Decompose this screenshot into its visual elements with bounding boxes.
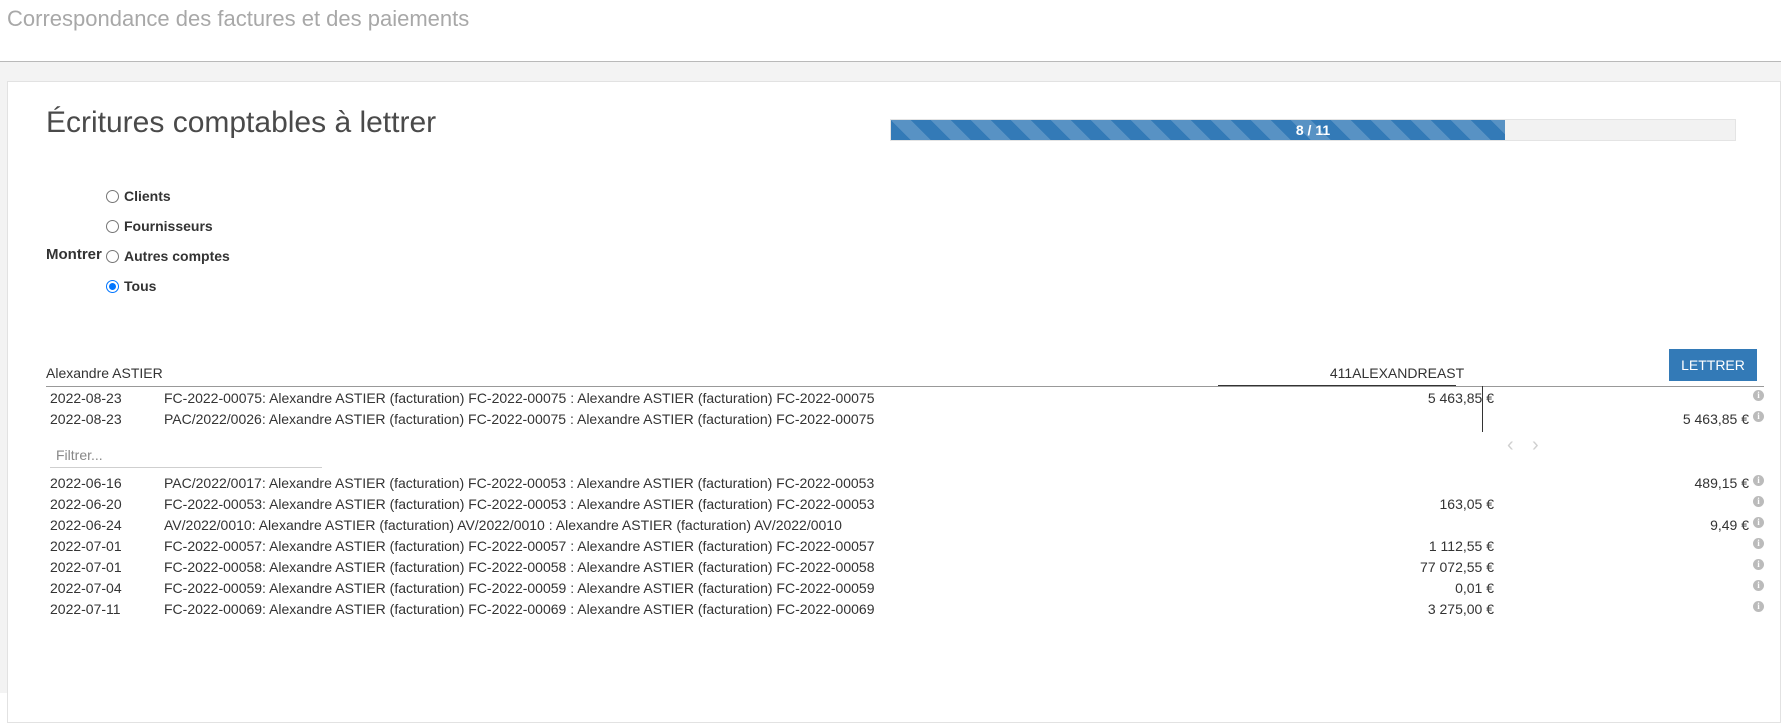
info-icon[interactable]: i	[1753, 390, 1764, 401]
section-title: Écritures comptables à lettrer	[46, 106, 437, 139]
table-row[interactable]: 2022-07-04 FC-2022-00059: Alexandre ASTIE…	[46, 578, 1764, 599]
table-row[interactable]: 2022-07-01 FC-2022-00057: Alexandre ASTIE…	[46, 536, 1764, 557]
divider	[1218, 385, 1456, 386]
show-filter-label: Montrer	[46, 246, 102, 263]
radio-button-checked[interactable]	[106, 279, 119, 293]
reconciliation-panel: Écritures comptables à lettrer 8 / 11 Mo…	[7, 81, 1781, 723]
progress-bar: 8 / 11	[890, 119, 1736, 141]
table-row[interactable]: 2022-08-23 FC-2022-00075: Alexandre ASTIE…	[46, 388, 1764, 409]
radio-option-all[interactable]: Tous	[106, 276, 156, 296]
entry-date: 2022-07-01	[50, 538, 122, 554]
entry-date: 2022-07-11	[50, 601, 121, 617]
partner-name: Alexandre ASTIER	[46, 365, 163, 381]
entry-date: 2022-08-23	[50, 390, 122, 406]
entry-date: 2022-06-16	[50, 475, 122, 491]
entry-date: 2022-06-24	[50, 517, 122, 533]
reconcile-button[interactable]: LETTRER	[1669, 349, 1757, 381]
entry-description: FC-2022-00059: Alexandre ASTIER (factura…	[164, 580, 875, 596]
table-row[interactable]: 2022-06-24 AV/2022/0010: Alexandre ASTIER…	[46, 515, 1764, 536]
info-icon[interactable]: i	[1753, 411, 1764, 422]
progress-label: 8 / 11	[1295, 122, 1331, 138]
table-row[interactable]: 2022-08-23 PAC/2022/0026: Alexandre ASTIE…	[46, 409, 1764, 430]
credit-amount: 489,15 €	[1694, 475, 1750, 491]
radio-button[interactable]	[106, 219, 119, 233]
entry-date: 2022-06-20	[50, 496, 122, 512]
info-icon[interactable]: i	[1753, 580, 1764, 591]
entry-description: FC-2022-00053: Alexandre ASTIER (factura…	[164, 496, 875, 512]
entry-description: AV/2022/0010: Alexandre ASTIER (facturat…	[164, 517, 842, 533]
credit-amount: 5 463,85 €	[1682, 411, 1749, 427]
divider	[46, 386, 1764, 387]
info-icon[interactable]: i	[1753, 496, 1764, 507]
debit-amount: 0,01 €	[1455, 580, 1494, 596]
content-area: Écritures comptables à lettrer 8 / 11 Mo…	[0, 62, 1781, 723]
table-row[interactable]: 2022-07-01 FC-2022-00058: Alexandre ASTIE…	[46, 557, 1764, 578]
radio-label: Clients	[124, 188, 171, 204]
entry-description: PAC/2022/0017: Alexandre ASTIER (factura…	[164, 475, 875, 491]
credit-amount: 9,49 €	[1710, 517, 1749, 533]
entry-description: FC-2022-00057: Alexandre ASTIER (factura…	[164, 538, 875, 554]
info-icon[interactable]: i	[1753, 559, 1764, 570]
info-icon[interactable]: i	[1753, 517, 1764, 528]
account-code: 411ALEXANDREAST	[1329, 365, 1465, 381]
radio-button[interactable]	[106, 249, 119, 263]
table-row[interactable]: 2022-06-16 PAC/2022/0017: Alexandre ASTIE…	[46, 473, 1764, 494]
radio-option-suppliers[interactable]: Fournisseurs	[106, 216, 213, 236]
radio-label: Fournisseurs	[124, 218, 213, 234]
debit-amount: 3 275,00 €	[1427, 601, 1494, 617]
info-icon[interactable]: i	[1753, 475, 1764, 486]
entry-date: 2022-08-23	[50, 411, 122, 427]
page-title: Correspondance des factures et des paiem…	[7, 6, 470, 31]
page-header: Correspondance des factures et des paiem…	[0, 0, 1781, 62]
entry-date: 2022-07-01	[50, 559, 122, 575]
entry-description: FC-2022-00069: Alexandre ASTIER (factura…	[164, 601, 875, 617]
entry-description: FC-2022-00075: Alexandre ASTIER (factura…	[164, 390, 875, 406]
table-row[interactable]: 2022-07-11 FC-2022-00069: Alexandre ASTIE…	[46, 599, 1764, 620]
entry-description: FC-2022-00058: Alexandre ASTIER (factura…	[164, 559, 875, 575]
info-icon[interactable]: i	[1753, 601, 1764, 612]
radio-option-clients[interactable]: Clients	[106, 186, 171, 206]
radio-label: Tous	[124, 278, 157, 294]
radio-button[interactable]	[106, 189, 119, 203]
entry-description: PAC/2022/0026: Alexandre ASTIER (factura…	[164, 411, 875, 427]
info-icon[interactable]: i	[1753, 538, 1764, 549]
chevron-right-icon[interactable]: ›	[1532, 434, 1539, 457]
debit-amount: 163,05 €	[1439, 496, 1495, 512]
filter-input[interactable]	[50, 443, 322, 468]
debit-amount: 1 112,55 €	[1428, 538, 1494, 554]
radio-option-other-accounts[interactable]: Autres comptes	[106, 246, 230, 266]
chevron-left-icon[interactable]: ‹	[1507, 434, 1514, 457]
debit-amount: 77 072,55 €	[1420, 559, 1494, 575]
entry-date: 2022-07-04	[50, 580, 122, 596]
radio-label: Autres comptes	[124, 248, 230, 264]
debit-amount: 5 463,85 €	[1427, 390, 1494, 406]
table-row[interactable]: 2022-06-20 FC-2022-00053: Alexandre ASTIE…	[46, 494, 1764, 515]
